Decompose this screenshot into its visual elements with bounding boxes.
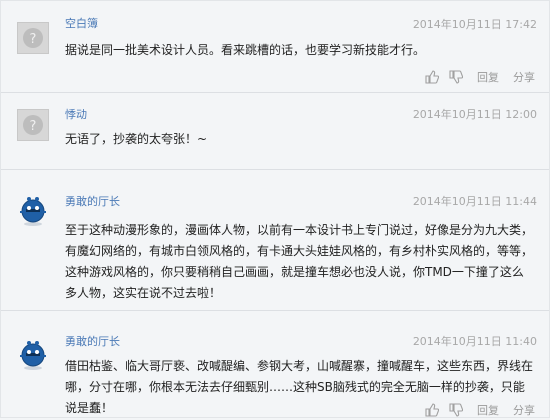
reply-button[interactable]: 回复	[477, 402, 499, 418]
comment-item: 勇敢的厅长 2014年10月11日 11:40 借田枯鉴、临大哥厅亵、改喊醍编、…	[1, 311, 549, 417]
comment-author[interactable]: 勇敢的厅长	[65, 335, 120, 349]
comment-actions: 回复 分享	[425, 70, 535, 84]
thumbs-up-icon[interactable]	[425, 403, 440, 417]
comment-author[interactable]: 空白簿	[65, 17, 98, 31]
blue-round-character-avatar-icon[interactable]	[17, 338, 49, 370]
reply-button[interactable]: 回复	[477, 69, 499, 85]
comment-text: 至于这种动漫形象的，漫画体人物，以前有一本设计书上专门说过，好像是分为九大类，有…	[65, 223, 534, 300]
comment-text: 无语了，抄袭的太夸张！~	[65, 132, 208, 146]
default-avatar-icon[interactable]: ?	[17, 22, 49, 54]
thumbs-down-icon[interactable]	[449, 403, 464, 417]
comment-actions: 回复 分享	[425, 403, 535, 417]
comment-text: 据说是同一批美术设计人员。看来跳槽的话，也要学习新技能才行。	[65, 43, 426, 57]
share-button[interactable]: 分享	[513, 69, 535, 85]
comment-item: ? 悸动 2014年10月11日 12:00 无语了，抄袭的太夸张！~	[1, 93, 549, 170]
thumbs-up-icon[interactable]	[425, 70, 440, 84]
comment-author[interactable]: 悸动	[65, 108, 87, 122]
svg-text:?: ?	[30, 119, 37, 134]
thumbs-down-icon[interactable]	[449, 70, 464, 84]
comment-item: ? 空白簿 2014年10月11日 17:42 据说是同一批美术设计人员。看来跳…	[1, 1, 549, 93]
svg-text:?: ?	[30, 32, 37, 47]
comment-time: 2014年10月11日 11:40	[412, 335, 537, 348]
comment-list: ? 空白簿 2014年10月11日 17:42 据说是同一批美术设计人员。看来跳…	[0, 0, 550, 418]
blue-round-character-avatar-icon[interactable]	[17, 194, 49, 226]
share-button[interactable]: 分享	[513, 402, 535, 418]
comment-time: 2014年10月11日 12:00	[412, 108, 537, 121]
comment-item: 勇敢的厅长 2014年10月11日 11:44 至于这种动漫形象的，漫画体人物，…	[1, 170, 549, 311]
comment-time: 2014年10月11日 17:42	[412, 18, 537, 31]
comment-author[interactable]: 勇敢的厅长	[65, 195, 120, 209]
default-avatar-icon[interactable]: ?	[17, 109, 49, 141]
comment-time: 2014年10月11日 11:44	[412, 195, 537, 208]
